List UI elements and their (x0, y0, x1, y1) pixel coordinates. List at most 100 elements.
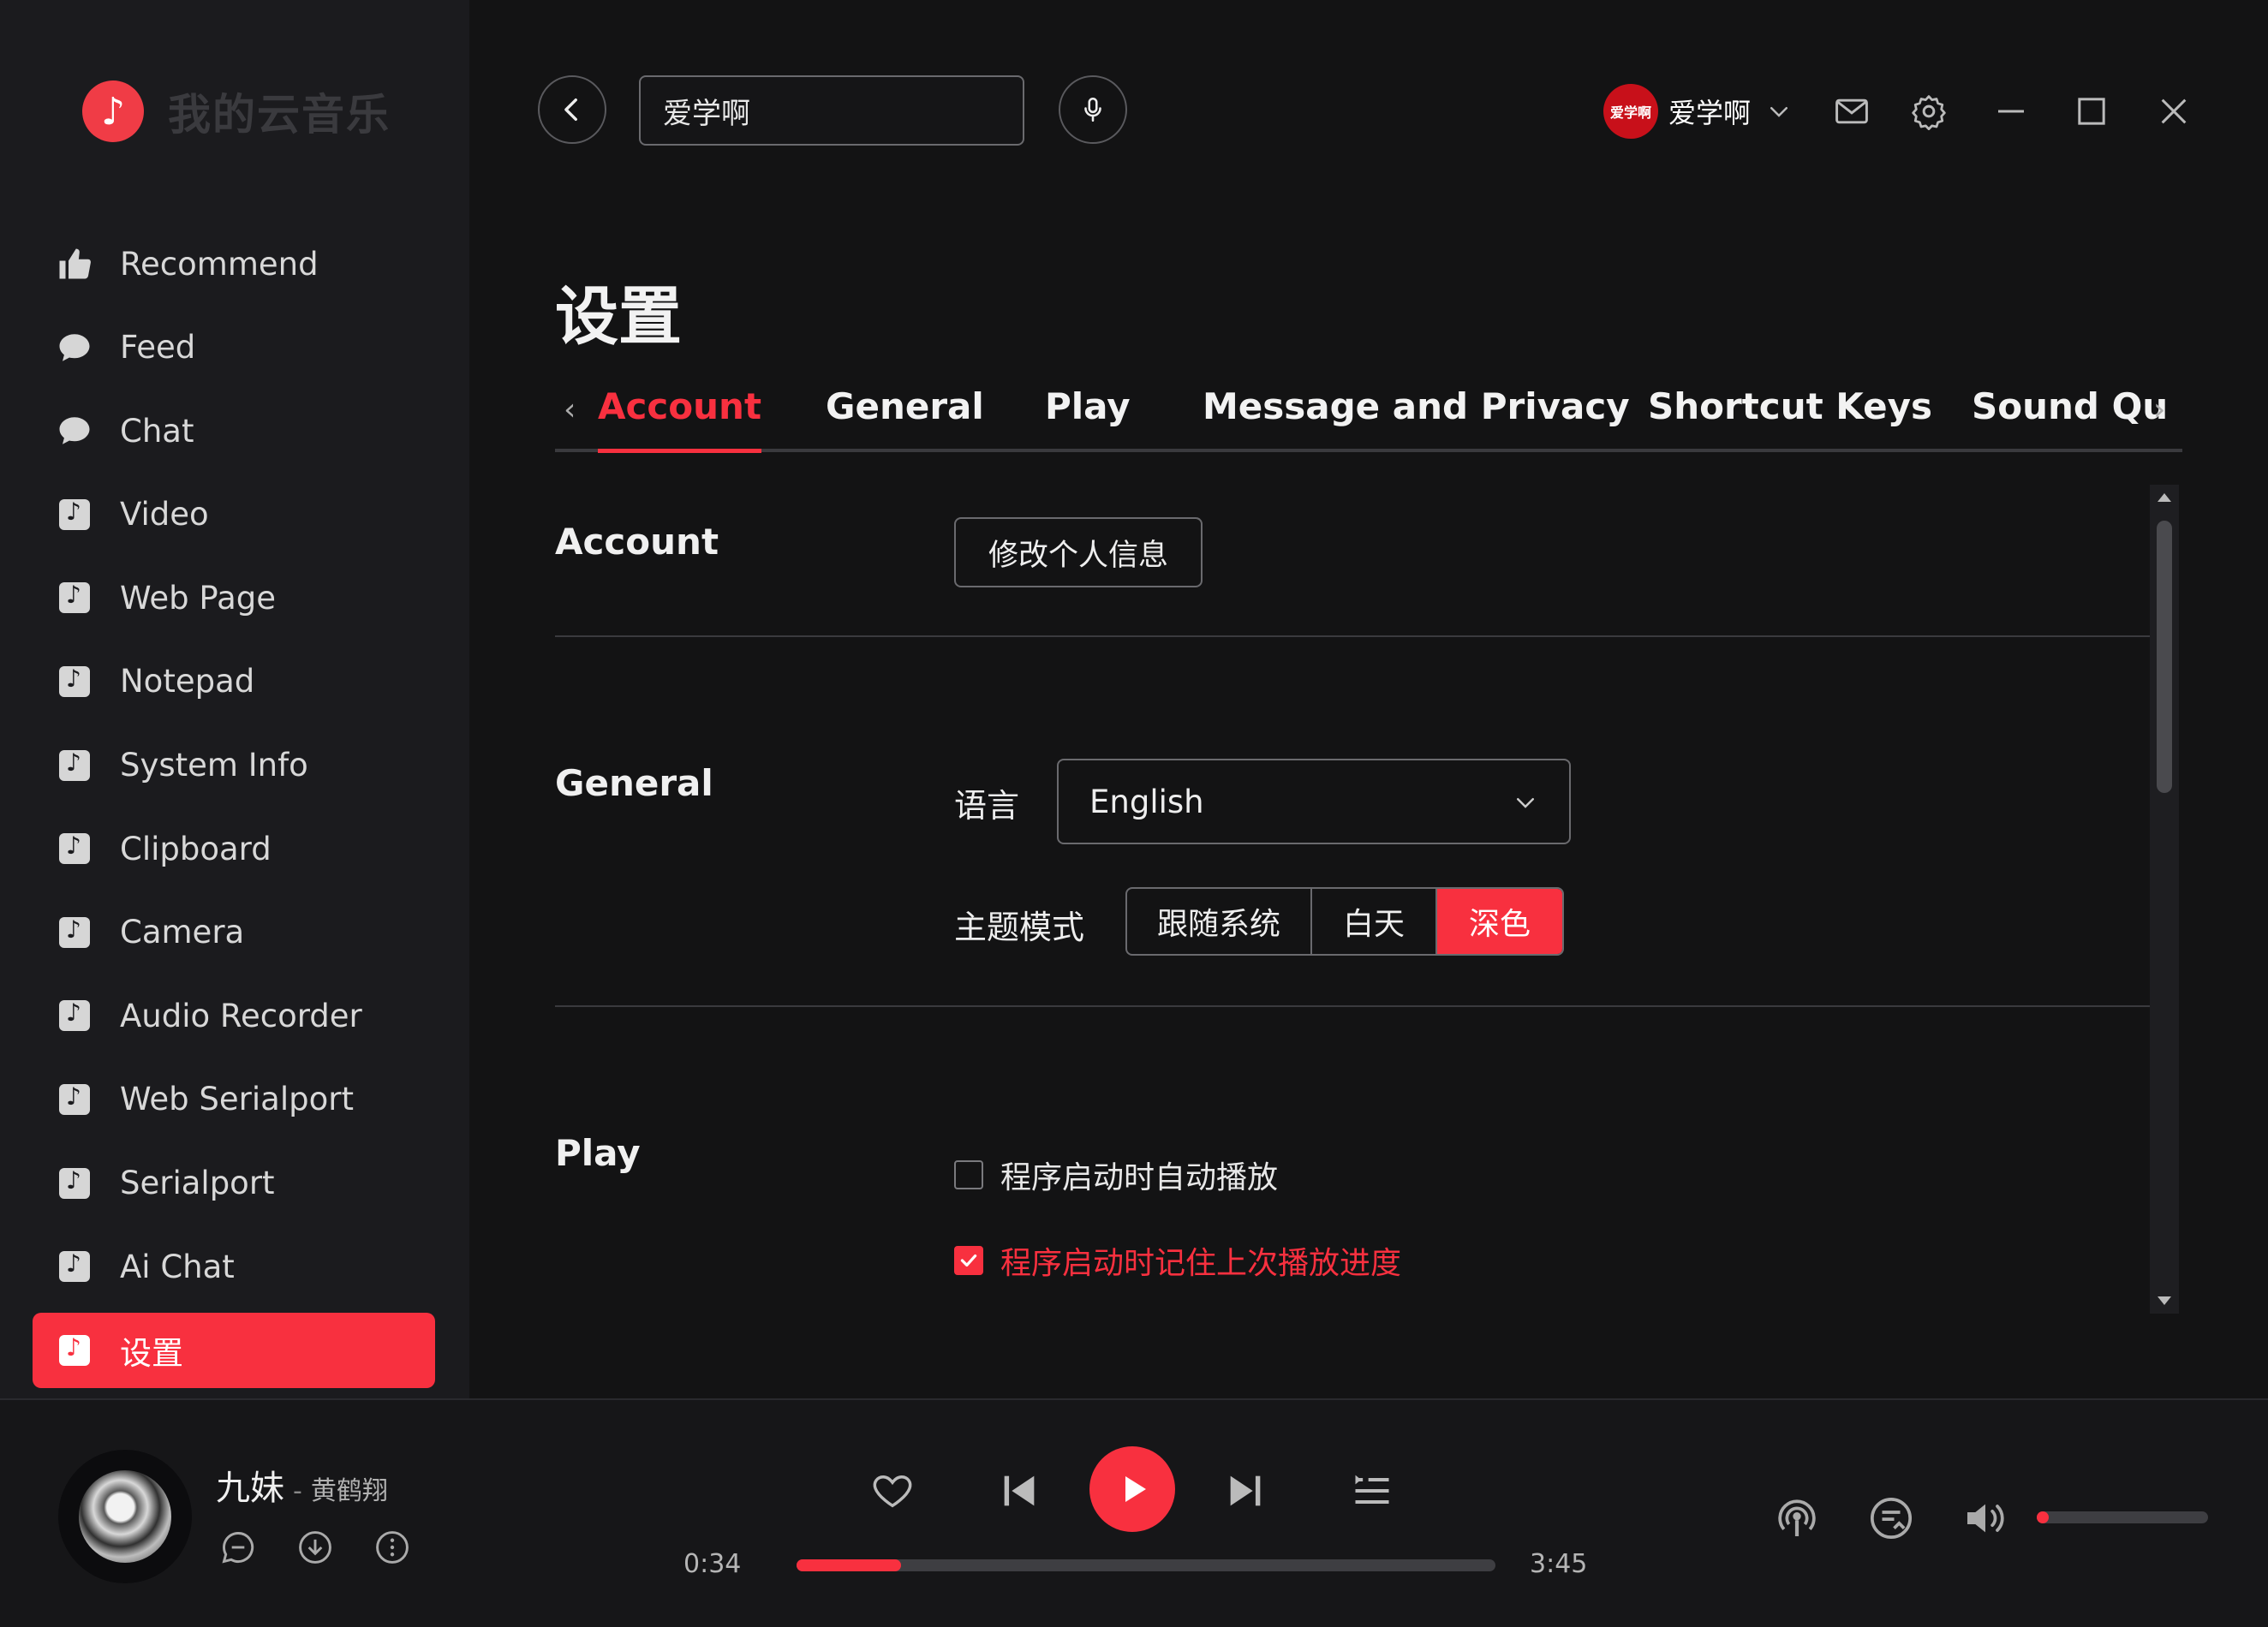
remember-progress-option[interactable]: 程序启动时记住上次播放进度 (954, 1238, 1401, 1283)
music-note-icon (57, 664, 93, 700)
thumbs-up-icon (57, 246, 93, 282)
chevron-right-icon[interactable]: › (2153, 392, 2165, 427)
search-input[interactable]: 爱学啊 (639, 75, 1024, 146)
progress-bar[interactable] (797, 1559, 1495, 1571)
more-button[interactable] (373, 1529, 411, 1566)
lyrics-button[interactable] (1867, 1494, 1915, 1542)
music-note-icon (57, 1332, 93, 1368)
autoplay-on-start-option[interactable]: 程序启动时自动播放 (954, 1153, 1278, 1197)
play-button[interactable] (1089, 1446, 1175, 1532)
song-separator: - (293, 1476, 302, 1506)
sidebar: ♪ 我的云音乐 Recommend Feed Chat Video (0, 0, 469, 1398)
sidebar-item-label: Serialport (120, 1165, 275, 1202)
theme-option-light[interactable]: 白天 (1312, 889, 1437, 954)
music-note-icon (57, 1249, 93, 1284)
checkbox-checked[interactable] (954, 1246, 983, 1275)
page-title: 设置 (555, 280, 682, 354)
more-vertical-icon (376, 1531, 409, 1564)
settings-button[interactable] (1907, 89, 1951, 134)
tab-account[interactable]: Account (598, 385, 762, 453)
sidebar-item-feed[interactable]: Feed (33, 310, 435, 385)
maximize-button[interactable] (2069, 89, 2114, 134)
tab-play[interactable]: Play (1045, 385, 1131, 427)
volume-slider[interactable] (2037, 1511, 2208, 1523)
mail-button[interactable] (1829, 89, 1874, 134)
scroll-up-arrow-icon[interactable] (2154, 490, 2175, 507)
music-note-icon (57, 915, 93, 951)
minimize-button[interactable] (1989, 89, 2033, 134)
player-bar: 九妹 - 黄鹤翔 0:34 3:45 (0, 1398, 2268, 1627)
theme-option-system[interactable]: 跟随系统 (1127, 889, 1312, 954)
progress-bar-fill (797, 1559, 902, 1571)
sidebar-item-recommend[interactable]: Recommend (33, 226, 435, 301)
sidebar-item-chat[interactable]: Chat (33, 393, 435, 468)
sidebar-item-settings[interactable]: 设置 (33, 1312, 435, 1388)
sidebar-item-video[interactable]: Video (33, 477, 435, 552)
language-label: 语言 (954, 787, 1020, 825)
comment-icon (222, 1532, 254, 1564)
chevron-down-icon (1517, 798, 1534, 808)
back-button[interactable] (538, 75, 606, 144)
sidebar-item-audio-recorder[interactable]: Audio Recorder (33, 978, 435, 1053)
sidebar-item-ai-chat[interactable]: Ai Chat (33, 1229, 435, 1304)
music-note-icon (57, 998, 93, 1034)
chevron-left-icon (564, 98, 577, 122)
sidebar-item-camera[interactable]: Camera (33, 895, 435, 970)
microphone-icon (1084, 97, 1101, 122)
language-select[interactable]: English (1057, 759, 1571, 844)
download-icon (299, 1531, 331, 1564)
download-button[interactable] (296, 1529, 334, 1566)
edit-profile-button[interactable]: 修改个人信息 (954, 517, 1203, 587)
music-note-icon (57, 1165, 93, 1201)
sidebar-item-system-info[interactable]: System Info (33, 728, 435, 803)
song-info: 九妹 - 黄鹤翔 (216, 1460, 388, 1510)
sidebar-item-serialport[interactable]: Serialport (33, 1146, 435, 1221)
voice-search-button[interactable] (1059, 75, 1127, 144)
lyrics-icon (1870, 1497, 1913, 1540)
sidebar-item-label: Clipboard (120, 830, 272, 867)
sidebar-item-web-serialport[interactable]: Web Serialport (33, 1062, 435, 1137)
song-artist[interactable]: 黄鹤翔 (311, 1469, 388, 1507)
user-menu[interactable]: 爱学啊 爱学啊 (1603, 84, 1792, 139)
sidebar-item-clipboard[interactable]: Clipboard (33, 811, 435, 886)
gear-icon (1912, 95, 1946, 130)
checkbox[interactable] (954, 1160, 983, 1189)
like-button[interactable] (870, 1469, 915, 1513)
user-name: 爱学啊 (1668, 97, 1752, 129)
settings-tabs: ‹ Account General Play Message and Priva… (555, 377, 2182, 453)
chevron-left-icon[interactable]: ‹ (564, 392, 576, 427)
comment-button[interactable] (219, 1529, 257, 1566)
scroll-down-arrow-icon[interactable] (2154, 1291, 2175, 1308)
tab-shortcut-keys[interactable]: Shortcut Keys (1648, 385, 1932, 427)
playlist-button[interactable] (1350, 1469, 1394, 1513)
album-cover-image (79, 1470, 171, 1563)
scrollbar-thumb[interactable] (2157, 521, 2172, 793)
divider (555, 1005, 2150, 1007)
close-button[interactable] (2152, 89, 2196, 134)
album-art[interactable] (58, 1450, 192, 1583)
song-title[interactable]: 九妹 (216, 1460, 284, 1510)
music-note-icon (57, 831, 93, 867)
broadcast-button[interactable] (1773, 1494, 1821, 1542)
content-scrollbar[interactable] (2150, 485, 2179, 1314)
sidebar-item-web-page[interactable]: Web Page (33, 560, 435, 635)
music-note-icon (57, 580, 93, 616)
theme-option-dark[interactable]: 深色 (1437, 889, 1562, 954)
sidebar-item-label: Video (120, 496, 209, 533)
tab-message-and-privacy[interactable]: Message and Privacy (1203, 385, 1630, 427)
podcast-icon (1778, 1499, 1816, 1536)
tab-sound-quality[interactable]: Sound Qu (1972, 385, 2168, 427)
settings-content: Account 修改个人信息 General 语言 English 主题模式 跟… (555, 480, 2150, 1312)
playlist-icon (1355, 1475, 1389, 1504)
play-icon (1125, 1476, 1146, 1502)
next-track-button[interactable] (1223, 1469, 1268, 1513)
volume-button[interactable] (1961, 1494, 2009, 1542)
sidebar-item-label: Audio Recorder (120, 997, 362, 1034)
tab-general[interactable]: General (826, 385, 984, 427)
search-input-value: 爱学啊 (663, 96, 750, 131)
language-select-value: English (1089, 783, 1204, 820)
current-time: 0:34 (683, 1549, 742, 1579)
app-logo[interactable]: ♪ 我的云音乐 (82, 80, 391, 142)
sidebar-item-notepad[interactable]: Notepad (33, 644, 435, 719)
previous-track-button[interactable] (997, 1469, 1041, 1513)
